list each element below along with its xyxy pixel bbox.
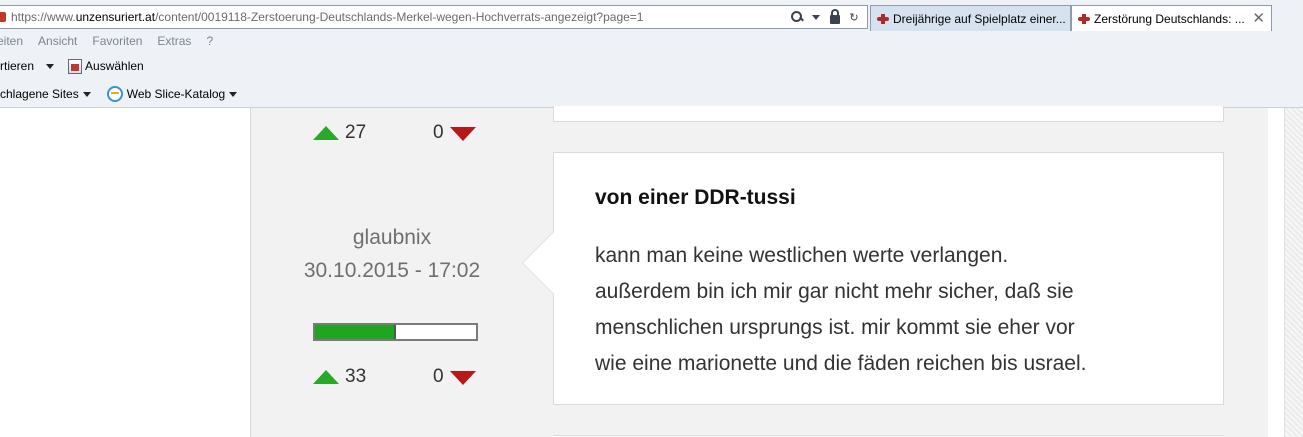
suggested-sites-button[interactable]: chlagene Sites <box>0 87 91 101</box>
site-favicon-icon <box>877 14 889 24</box>
comment-author[interactable]: glaubnix <box>291 226 493 250</box>
command-bar: rtieren Auswählen <box>0 57 144 75</box>
menu-item-edit[interactable]: eiten <box>0 34 23 52</box>
url-prefix: https://www. <box>11 10 76 24</box>
convert-button[interactable]: rtieren <box>0 59 55 73</box>
tab-dreijaehrige[interactable]: Dreijährige auf Spielplatz einer... <box>870 5 1071 31</box>
previous-comment-box <box>553 106 1224 122</box>
chevron-down-icon <box>46 63 55 69</box>
address-url[interactable]: https://www.unzensuriert.at/content/0019… <box>11 10 643 24</box>
security-lock[interactable] <box>828 9 842 25</box>
comment-date: 30.10.2015 - 17:02 <box>303 259 481 282</box>
comment-title: von einer DDR-tussi <box>595 186 796 209</box>
select-label: Auswählen <box>85 59 144 73</box>
up-vote-count: 33 <box>345 366 367 387</box>
tab-zerstoerung-active[interactable]: Zerstörung Deutschlands: ... ✕ <box>1071 5 1272 31</box>
address-bar-icons: ↻ <box>790 9 861 25</box>
web-slice-label: Web Slice-Katalog <box>126 87 226 101</box>
thumbs-down-arrow-icon[interactable] <box>450 127 476 141</box>
thumbs-up-arrow-icon[interactable] <box>313 126 339 140</box>
comment-rating-bar <box>313 323 478 341</box>
select-icon <box>68 58 83 74</box>
search-icon[interactable] <box>790 9 804 25</box>
browser-chrome: https://www.unzensuriert.at/content/0019… <box>0 0 1303 108</box>
comment-votes: 33 0 <box>313 366 479 388</box>
chevron-down-icon <box>82 91 91 97</box>
favorites-bar: chlagene Sites Web Slice-Katalog <box>0 85 238 103</box>
tab-label: Zerstörung Deutschlands: ... <box>1094 12 1245 26</box>
search-dropdown[interactable] <box>809 9 823 25</box>
site-favicon-icon <box>0 12 6 22</box>
down-vote-count: 0 <box>433 122 444 143</box>
close-tab-icon[interactable]: ✕ <box>1252 9 1265 27</box>
previous-comment-votes: 27 0 <box>313 122 479 144</box>
site-favicon-icon <box>1078 14 1090 24</box>
comment-bubble: von einer DDR-tussi kann man keine westl… <box>522 152 1224 405</box>
comment-body: kann man keine westlichen werte verlange… <box>595 238 1195 382</box>
rating-bar-fill <box>315 325 396 339</box>
select-button[interactable]: Auswählen <box>54 58 144 74</box>
speech-pointer <box>522 231 554 295</box>
web-slice-gallery-button[interactable]: Web Slice-Katalog <box>91 86 238 102</box>
menu-item-view[interactable]: Ansicht <box>38 34 77 52</box>
url-path: /content/0019118-Zerstoerung-Deutschland… <box>155 10 644 24</box>
scrollbar-track[interactable] <box>1284 108 1303 437</box>
comment-line: kann man keine westlichen werte verlange… <box>595 244 1009 267</box>
comment-line: menschlichen ursprungs ist. mir kommt si… <box>595 316 1075 339</box>
up-vote-count: 27 <box>345 122 367 143</box>
menu-item-favorites[interactable]: Favoriten <box>92 34 142 52</box>
chevron-down-icon <box>229 91 238 97</box>
menu-item-help[interactable]: ? <box>206 34 213 52</box>
convert-label: rtieren <box>0 59 35 73</box>
page-scrollbar[interactable] <box>1268 108 1303 437</box>
refresh-icon[interactable]: ↻ <box>847 9 861 25</box>
ie-icon <box>106 86 123 102</box>
comments-section: 27 0 glaubnix 30.10.2015 - 17:02 33 0 vo… <box>250 106 1268 437</box>
address-bar[interactable]: https://www.unzensuriert.at/content/0019… <box>0 5 868 29</box>
menu-item-tools[interactable]: Extras <box>157 34 191 52</box>
tab-label: Dreijährige auf Spielplatz einer... <box>893 12 1066 26</box>
page-viewport: 27 0 glaubnix 30.10.2015 - 17:02 33 0 vo… <box>0 106 1303 437</box>
down-vote-count: 0 <box>433 366 444 387</box>
comment-line: außerdem bin ich mir gar nicht mehr sich… <box>595 280 1074 303</box>
lock-icon <box>830 9 840 24</box>
menu-bar: eiten Ansicht Favoriten Extras ? <box>0 34 228 52</box>
thumbs-up-arrow-icon[interactable] <box>313 370 339 384</box>
suggested-sites-label: chlagene Sites <box>0 87 79 101</box>
chevron-down-icon <box>812 14 820 20</box>
thumbs-down-arrow-icon[interactable] <box>450 371 476 385</box>
url-domain: unzensuriert.at <box>75 10 156 24</box>
comment-line: wie eine marionette und die fäden reiche… <box>595 352 1087 375</box>
